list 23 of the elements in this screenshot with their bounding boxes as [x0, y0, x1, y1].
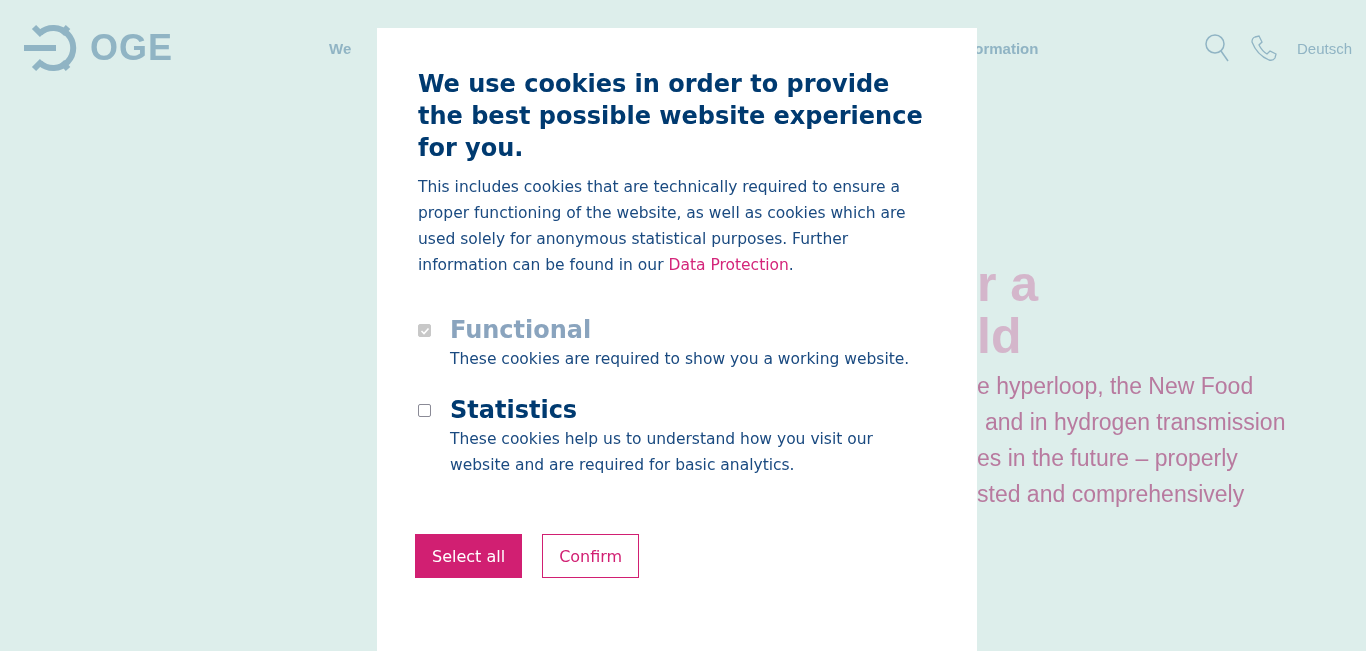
nav-link[interactable]: ormation [974, 39, 1039, 57]
confirm-button[interactable]: Confirm [542, 534, 640, 578]
logo-icon[interactable] [24, 24, 78, 72]
search-icon[interactable] [1204, 34, 1231, 62]
hero-heading: r a [977, 258, 1040, 310]
hero-heading: ld [977, 310, 1023, 362]
hero-text: sted and comprehensively [977, 480, 1246, 509]
language-link[interactable]: Deutsch [1296, 39, 1352, 57]
option-description: These cookies are required to show you a working website. [450, 349, 911, 370]
logo-text[interactable]: OGE [90, 27, 173, 69]
hero-text: e hyperloop, the New Food [977, 372, 1255, 401]
option-title: Functional [450, 316, 593, 344]
intro-paragraph: This includes cookies that are technically required to ensure a proper functioning of the website, as well as cookies which are used solely for anonymous statistical purposes. Further information can be found in our Data Protection. [418, 177, 907, 276]
hero-text: and in hydrogen transmission [984, 408, 1287, 437]
dialog-title: We use cookies in order to provide the best possible website experience for you. [418, 69, 924, 164]
phone-icon[interactable] [1250, 35, 1277, 61]
option-description: These cookies help us to understand how you visit our website and are required for basic analytics. [450, 429, 874, 476]
option-title: Statistics [450, 396, 579, 424]
nav-link[interactable]: We [329, 39, 352, 57]
select-all-button[interactable]: Select all [415, 534, 523, 578]
hero-text: es in the future – properly [977, 444, 1239, 473]
data-protection-link[interactable]: Data Protection [668, 256, 789, 274]
checkbox[interactable] [418, 404, 431, 417]
